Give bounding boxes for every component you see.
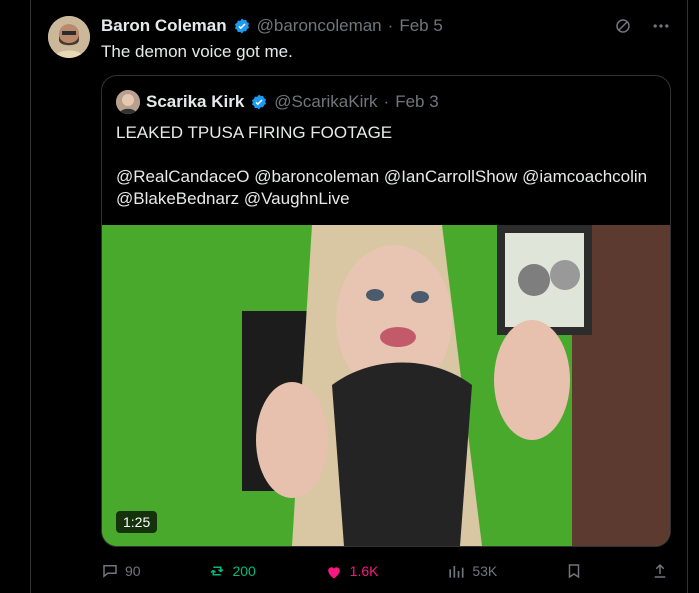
- views-icon: [449, 566, 464, 578]
- date-separator: ·: [387, 16, 394, 35]
- verified-badge-icon: [234, 18, 249, 34]
- grok-icon[interactable]: [613, 16, 633, 36]
- bookmark-icon: [568, 564, 580, 579]
- views-button[interactable]: 53K: [446, 561, 497, 581]
- like-button[interactable]: 1.6K: [324, 561, 379, 581]
- quoted-author-handle: @ScarikaKirk: [274, 92, 378, 111]
- like-count: 1.6K: [349, 563, 379, 579]
- post-header: Baron Coleman @baroncoleman · Feb 5: [101, 16, 443, 36]
- more-icon[interactable]: [651, 16, 671, 36]
- video-duration: 1:25: [116, 511, 158, 533]
- reply-icon: [103, 565, 117, 578]
- author-handle[interactable]: @baroncoleman: [257, 16, 382, 36]
- quoted-date-separator: ·: [383, 92, 390, 111]
- bookmark-button[interactable]: [565, 562, 583, 580]
- quoted-verified-badge-icon: [252, 94, 267, 110]
- author-avatar[interactable]: [48, 16, 90, 58]
- repost-count: 200: [232, 563, 256, 579]
- quoted-author-name: Scarika Kirk: [146, 92, 245, 111]
- post-text: The demon voice got me.: [101, 42, 293, 61]
- quoted-post[interactable]: Scarika Kirk @ScarikaKirk · Feb 3 LEAKED…: [101, 75, 671, 547]
- repost-icon: [210, 566, 224, 576]
- quoted-post-text: LEAKED TPUSA FIRING FOOTAGE @RealCandace…: [116, 123, 648, 208]
- post-date[interactable]: Feb 5: [399, 16, 442, 36]
- heart-icon: [327, 567, 340, 579]
- author-name[interactable]: Baron Coleman: [101, 16, 227, 36]
- share-icon: [654, 563, 666, 578]
- video-player[interactable]: 1:25: [102, 225, 670, 546]
- view-count: 53K: [472, 563, 498, 579]
- repost-button[interactable]: 200: [208, 562, 256, 580]
- video-frame: [102, 225, 670, 546]
- post-actions: 90 200 1.6K 53K: [101, 560, 669, 582]
- quoted-post-date: Feb 3: [395, 92, 439, 111]
- reply-button[interactable]: 90: [101, 562, 141, 580]
- quoted-author-avatar: [116, 90, 140, 114]
- share-button[interactable]: [651, 562, 669, 580]
- post-top-actions: [613, 16, 671, 36]
- reply-count: 90: [125, 563, 141, 579]
- quoted-post-header: Scarika Kirk @ScarikaKirk · Feb 3: [116, 90, 439, 114]
